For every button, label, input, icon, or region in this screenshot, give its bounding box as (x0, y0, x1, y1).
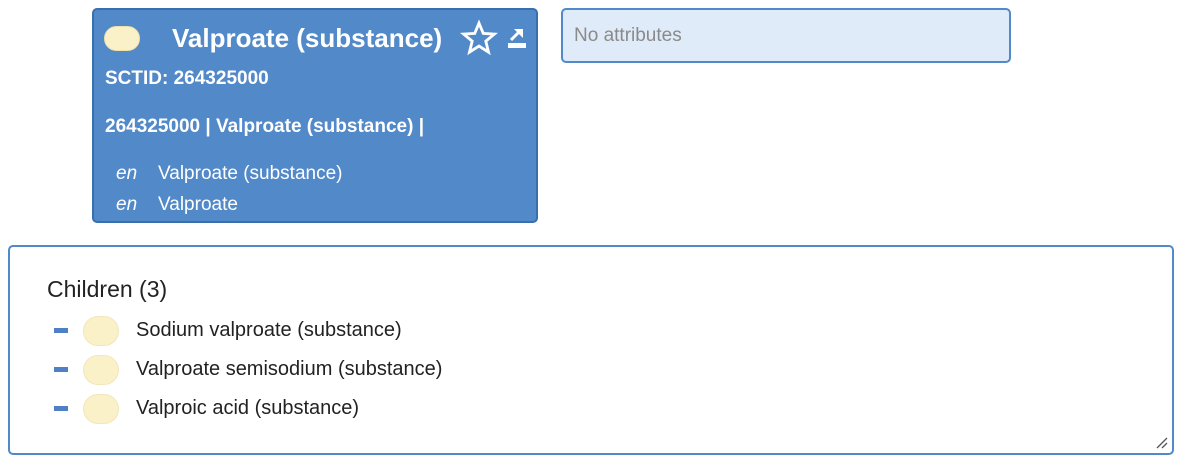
child-label[interactable]: Valproate semisodium (substance) (136, 358, 442, 381)
star-icon[interactable] (460, 19, 499, 57)
collapse-minus-icon[interactable] (54, 406, 68, 411)
child-item[interactable]: Valproate semisodium (substance) (54, 350, 442, 389)
children-heading: Children (3) (47, 276, 168, 302)
definition-status-pill-icon (83, 354, 119, 385)
child-label[interactable]: Valproic acid (substance) (136, 397, 359, 420)
child-item[interactable]: Valproic acid (substance) (54, 389, 442, 428)
description-row: en Valproate (116, 189, 342, 220)
description-list: en Valproate (substance) en Valproate (116, 158, 342, 220)
concept-card: Valproate (substance) SCTID: 264325000 2… (92, 8, 538, 223)
collapse-minus-icon[interactable] (54, 367, 68, 372)
no-attributes-text: No attributes (574, 25, 682, 46)
sctid-label: SCTID: 264325000 (105, 68, 269, 89)
concept-header: Valproate (substance) (104, 19, 528, 57)
description-language: en (116, 162, 138, 184)
description-row: en Valproate (substance) (116, 158, 342, 189)
concept-title: Valproate (substance) (172, 22, 443, 53)
collapse-minus-icon[interactable] (54, 328, 68, 333)
description-term: Valproate (158, 193, 238, 215)
children-list: Sodium valproate (substance) Valproate s… (54, 311, 442, 428)
resize-grip-icon[interactable] (1154, 435, 1168, 449)
description-term: Valproate (substance) (158, 162, 343, 184)
description-language: en (116, 193, 138, 215)
child-item[interactable]: Sodium valproate (substance) (54, 311, 442, 350)
child-label[interactable]: Sodium valproate (substance) (136, 319, 402, 342)
children-panel: Children (3) Sodium valproate (substance… (8, 245, 1174, 455)
definition-status-pill-icon (83, 315, 119, 346)
concept-fsn-line: 264325000 | Valproate (substance) | (105, 116, 425, 137)
definition-status-pill-icon (83, 393, 119, 424)
attributes-box: No attributes (561, 8, 1011, 63)
definition-status-pill-icon (104, 25, 140, 51)
export-icon[interactable] (506, 26, 528, 50)
